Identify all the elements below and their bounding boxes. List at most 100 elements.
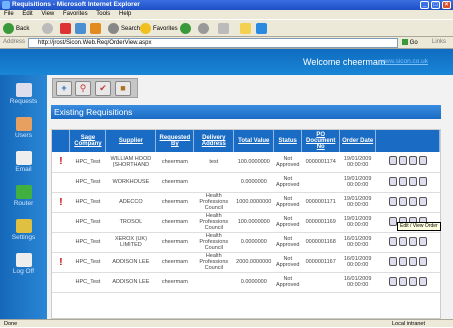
home-button[interactable] [90, 23, 103, 35]
delete-icon[interactable] [398, 156, 407, 166]
cell-date: 19/01/2009 00:00:00 [339, 192, 376, 213]
approve-row-icon[interactable] [408, 236, 417, 246]
nav-settings[interactable]: Settings [2, 217, 45, 247]
menu-favorites[interactable]: Favorites [63, 11, 88, 17]
delete-icon[interactable] [398, 256, 407, 266]
cell-date: 16/01/2009 00:00:00 [339, 252, 376, 273]
nav-users[interactable]: Users [2, 115, 45, 145]
approve-icon[interactable]: ✔ [95, 81, 111, 96]
action-toolbar: + ⚲ ✔ ■ [52, 78, 138, 98]
edit-view-icon[interactable] [388, 256, 397, 266]
links-button[interactable]: Links [432, 39, 446, 45]
status-bar: Done Local intranet [0, 319, 453, 327]
go-button[interactable]: Go [402, 38, 418, 48]
print-icon[interactable] [418, 196, 427, 206]
nav-logoff[interactable]: Log Off [2, 251, 45, 281]
stop-icon [60, 23, 71, 34]
print-icon[interactable] [418, 276, 427, 286]
stop-button[interactable] [60, 23, 73, 35]
cell-status: Not Approved [273, 252, 302, 273]
menu-tools[interactable]: Tools [96, 11, 110, 17]
approve-row-icon[interactable] [408, 156, 417, 166]
forward-button[interactable] [42, 23, 55, 35]
approve-row-icon[interactable] [408, 256, 417, 266]
menu-edit[interactable]: Edit [22, 11, 32, 17]
table-row: ! HPC_Test ADDISON LEE cheermam Health Profe… [52, 252, 440, 273]
edit-button[interactable] [240, 23, 253, 35]
site-link[interactable]: www.sicon.co.uk [380, 58, 428, 65]
cell-total: 100.0000000 [233, 212, 274, 233]
search-user-icon[interactable]: ⚲ [75, 81, 91, 96]
delete-icon[interactable] [398, 176, 407, 186]
edit-view-icon[interactable] [388, 276, 397, 286]
cell-date: 19/01/2009 00:00:00 [339, 152, 376, 173]
mail-icon [218, 23, 229, 34]
column-order-date[interactable]: Order Date [339, 130, 377, 152]
nav-requests[interactable]: Requests [2, 81, 45, 111]
delete-icon[interactable] [398, 276, 407, 286]
email-icon [15, 151, 32, 165]
table-header: Sage Company Supplier Requested By Deliv… [52, 130, 440, 152]
delete-icon[interactable] [398, 196, 407, 206]
edit-view-icon[interactable] [388, 176, 397, 186]
cell-po: 0000001174 [301, 152, 340, 173]
minimize-button[interactable]: _ [420, 1, 429, 9]
messenger-button[interactable] [256, 23, 269, 35]
maximize-button[interactable]: □ [431, 1, 440, 9]
menu-view[interactable]: View [41, 11, 54, 17]
mail-button[interactable] [218, 23, 231, 35]
cell-total: 1000.0000000 [233, 192, 274, 213]
approve-row-icon[interactable] [408, 176, 417, 186]
history-button[interactable] [198, 23, 211, 35]
add-icon[interactable]: + [56, 81, 72, 96]
address-bar: Address http://jrost/Sicon.Web.Req/Order… [0, 37, 453, 49]
search-button[interactable]: Search [108, 23, 140, 35]
print-icon[interactable] [418, 156, 427, 166]
cell-address: Health Professions Council [193, 192, 234, 213]
column-supplier[interactable]: Supplier [105, 130, 157, 152]
cell-date: 19/01/2009 00:00:00 [339, 212, 376, 233]
cell-by: cheermam [155, 152, 194, 173]
approve-row-icon[interactable] [408, 276, 417, 286]
approve-row-icon[interactable] [408, 196, 417, 206]
back-button[interactable]: Back [3, 23, 29, 35]
column-status[interactable]: Status [273, 130, 303, 152]
page-content: Welcome cheermam www.sicon.co.uk Request… [0, 49, 453, 319]
browser-toolbar: Back Search Favorites [0, 19, 453, 37]
media-button[interactable] [180, 23, 193, 35]
cell-total: 0.0000000 [233, 232, 274, 253]
column-sage-company[interactable]: Sage Company [69, 130, 107, 152]
flag-cell: ! [52, 252, 70, 273]
nav-email[interactable]: Email [2, 149, 45, 179]
print-icon[interactable] [418, 236, 427, 246]
print-icon[interactable] [418, 176, 427, 186]
edit-view-icon[interactable] [388, 196, 397, 206]
column-total-value[interactable]: Total Value [233, 130, 275, 152]
column-delivery-address[interactable]: Delivery Address [193, 130, 235, 152]
address-input[interactable]: http://jrost/Sicon.Web.Req/OrderView.asp… [28, 38, 398, 48]
edit-view-icon[interactable] [388, 216, 397, 226]
close-button[interactable]: × [442, 1, 451, 9]
delete-icon[interactable] [398, 236, 407, 246]
address-label: Address [3, 39, 26, 45]
menu-help[interactable]: Help [119, 11, 131, 17]
table-row: HPC_Test ADDISON LEE cheermam 0.0000000 Not … [52, 272, 440, 293]
column-requested-by[interactable]: Requested By [155, 130, 195, 152]
cell-company: HPC_Test [69, 172, 106, 193]
cell-po: 0000001168 [301, 232, 340, 253]
print-icon[interactable] [418, 256, 427, 266]
refresh-button[interactable] [75, 23, 88, 35]
edit-view-icon[interactable] [388, 156, 397, 166]
nav-router[interactable]: Router [2, 183, 45, 213]
cell-by: cheermam [155, 272, 194, 293]
folder-icon [240, 23, 251, 34]
flag-column [52, 130, 71, 152]
cell-by: cheermam [155, 172, 194, 193]
menu-file[interactable]: File [4, 11, 14, 17]
column-po-number[interactable]: PO Document No [301, 130, 341, 152]
edit-view-icon[interactable] [388, 236, 397, 246]
package-icon[interactable]: ■ [115, 81, 131, 96]
favorites-button[interactable]: Favorites [140, 23, 178, 35]
flag-cell [52, 172, 70, 193]
cell-date: 19/01/2009 00:00:00 [339, 172, 376, 193]
